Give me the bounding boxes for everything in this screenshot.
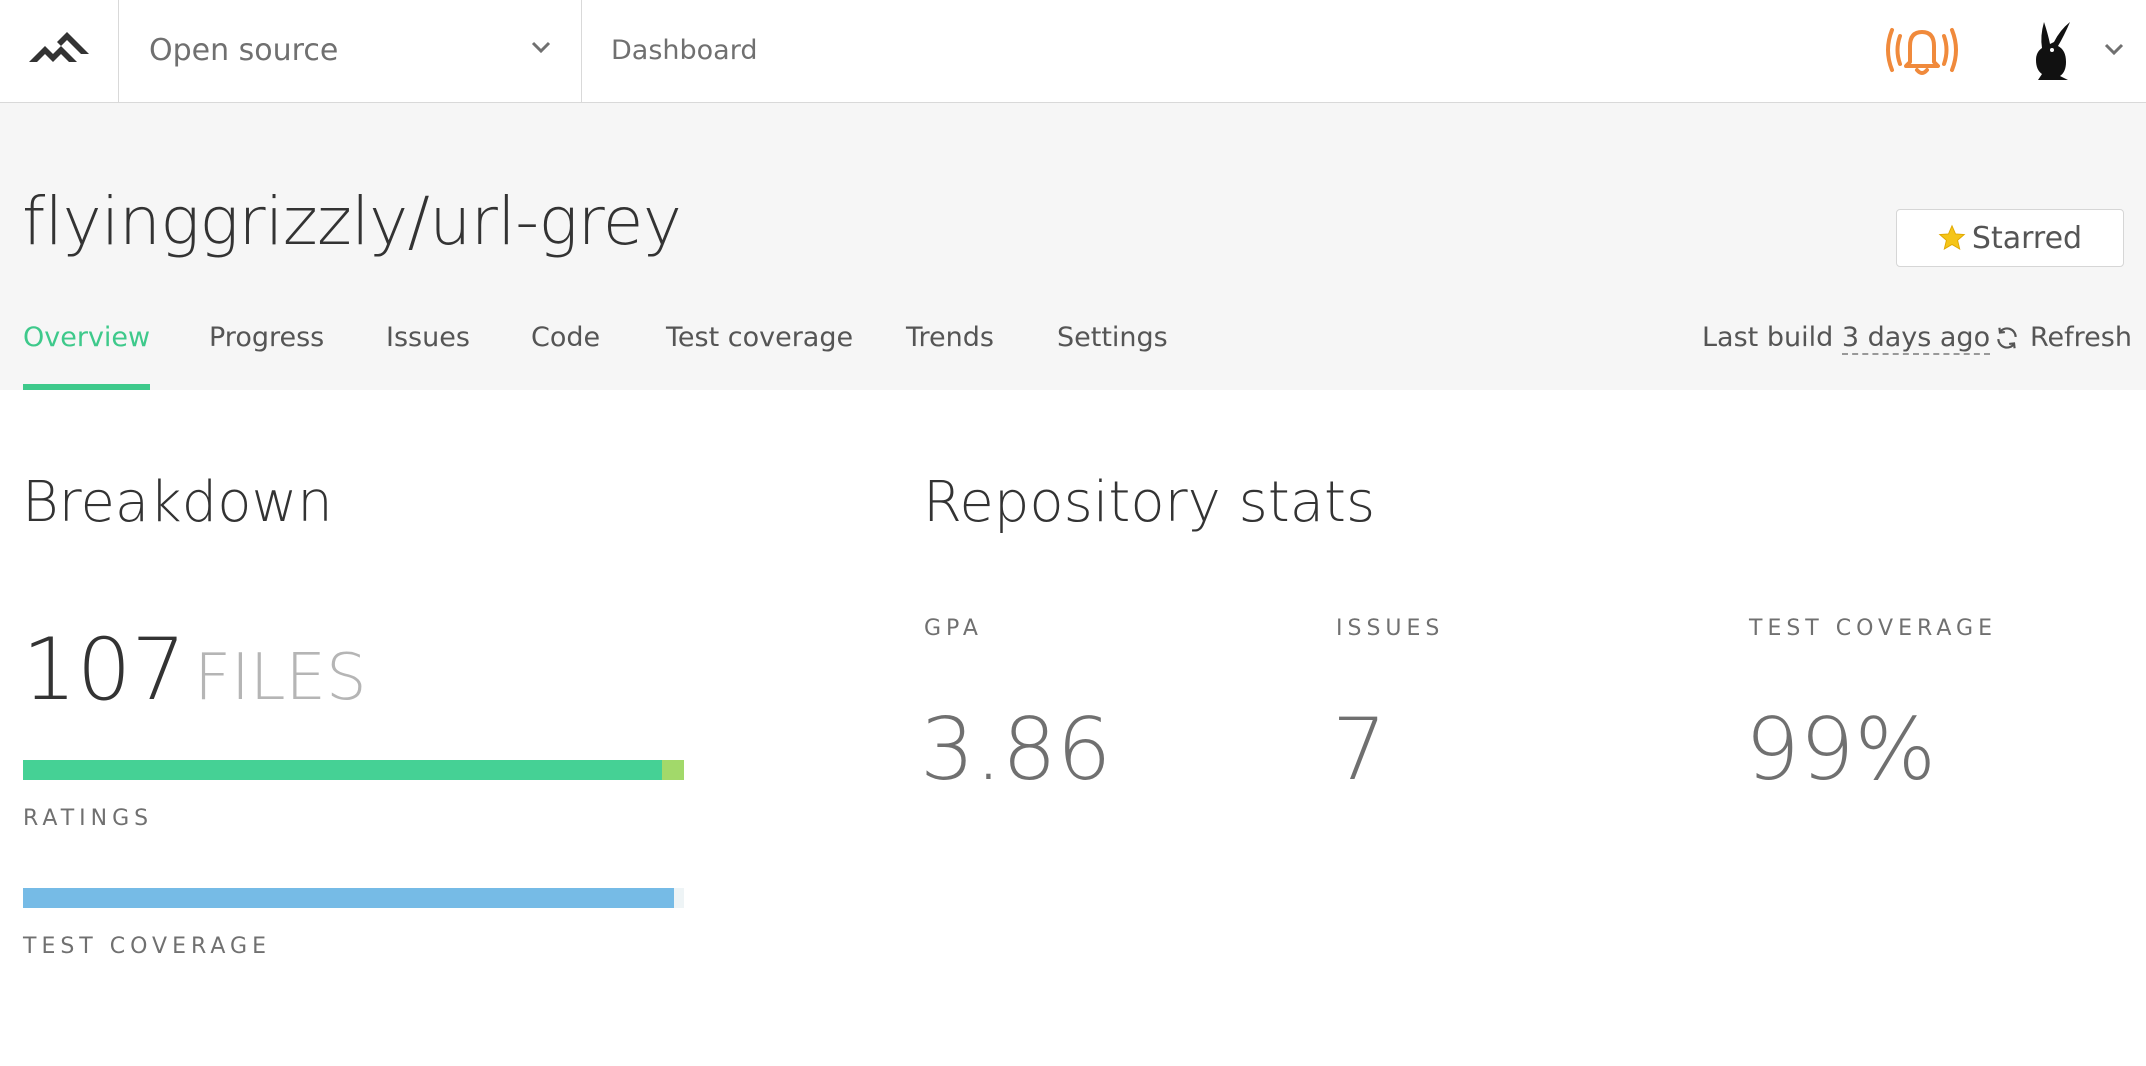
- files-count: 107 FILES: [22, 620, 367, 728]
- organization-selector[interactable]: Open source: [119, 0, 582, 102]
- star-button-label: Starred: [1971, 220, 2083, 256]
- tab-code[interactable]: Code: [531, 303, 600, 390]
- last-build-label: Last build: [1702, 322, 1834, 353]
- star-button[interactable]: Starred: [1896, 209, 2124, 267]
- coverage-caption: TEST COVERAGE: [23, 934, 271, 959]
- breakdown-heading: Breakdown: [22, 470, 333, 535]
- repository-header: flyinggrizzly/url-grey Starred Overview …: [0, 103, 2146, 390]
- issues-label: ISSUES: [1336, 616, 1445, 641]
- tab-issues[interactable]: Issues: [386, 303, 470, 390]
- tab-settings[interactable]: Settings: [1057, 303, 1168, 390]
- chevron-down-icon[interactable]: [2104, 42, 2124, 56]
- last-build-time[interactable]: 3 days ago: [1841, 323, 1991, 355]
- top-navigation-bar: Open source Dashboard: [0, 0, 2146, 103]
- tab-progress[interactable]: Progress: [209, 303, 324, 390]
- bell-ringing-icon[interactable]: [1880, 22, 1964, 78]
- last-build-status: Last build 3 days ago: [1702, 303, 1991, 373]
- dashboard-link[interactable]: Dashboard: [611, 0, 757, 102]
- logo-link[interactable]: [0, 0, 119, 102]
- test-coverage-label: TEST COVERAGE: [1749, 616, 1997, 641]
- refresh-button[interactable]: Refresh: [1994, 303, 2132, 373]
- tab-trends[interactable]: Trends: [906, 303, 994, 390]
- user-avatar[interactable]: [2030, 20, 2076, 82]
- gpa-value[interactable]: 3.86: [920, 700, 1111, 800]
- ratings-bar-segment: [662, 760, 684, 780]
- codeclimate-logo-icon: [29, 32, 89, 62]
- coverage-bar[interactable]: [23, 888, 684, 908]
- star-icon: [1938, 224, 1966, 251]
- ratings-bar[interactable]: [23, 760, 684, 780]
- tab-test-coverage[interactable]: Test coverage: [666, 303, 853, 390]
- ratings-caption: RATINGS: [23, 806, 154, 831]
- chevron-down-icon: [531, 41, 551, 54]
- repository-stats-heading: Repository stats: [923, 470, 1376, 535]
- organization-selector-label: Open source: [149, 33, 339, 68]
- page-title: flyinggrizzly/url-grey: [22, 183, 682, 260]
- gpa-label: GPA: [924, 616, 983, 641]
- coverage-bar-fill: [23, 888, 675, 908]
- refresh-label: Refresh: [2030, 322, 2132, 353]
- refresh-icon: [1997, 327, 2017, 349]
- issues-value[interactable]: 7: [1332, 700, 1387, 800]
- test-coverage-value[interactable]: 99%: [1745, 700, 1936, 800]
- tab-overview[interactable]: Overview: [23, 303, 151, 390]
- files-count-unit: FILES: [194, 641, 367, 715]
- ratings-bar-segment: [23, 760, 663, 780]
- files-count-value: 107: [22, 620, 187, 720]
